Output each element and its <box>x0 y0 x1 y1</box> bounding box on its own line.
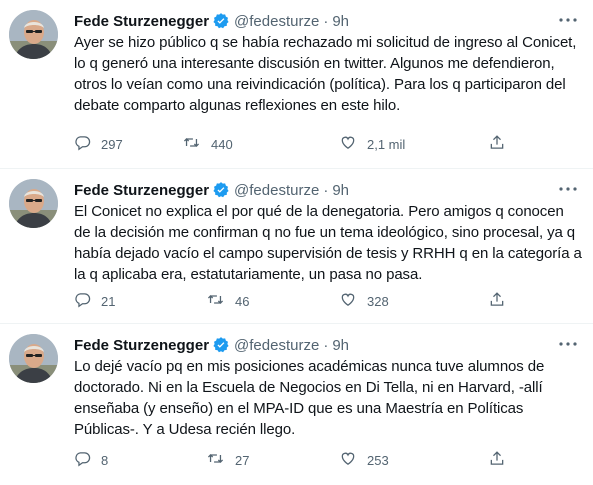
like-button[interactable]: 253 <box>339 451 389 469</box>
reply-count: 21 <box>101 293 116 309</box>
avatar[interactable] <box>9 10 58 59</box>
tweet-text: Lo dejé vacío pq en mis posiciones acadé… <box>74 358 545 438</box>
reply-icon <box>74 291 91 311</box>
like-count: 253 <box>367 452 389 468</box>
share-icon <box>488 450 506 470</box>
reply-button[interactable]: 8 <box>74 451 108 469</box>
author-handle[interactable]: @fedesturze <box>234 182 319 199</box>
tweet-text: Ayer se hizo público q se había rechazad… <box>74 34 577 114</box>
retweet-icon <box>182 134 201 154</box>
tweet-actions: 21 46 328 <box>74 292 514 310</box>
reply-count: 297 <box>101 136 123 152</box>
tweet-text: El Conicet no explica el por qué de la d… <box>74 203 582 283</box>
like-count: 328 <box>367 293 389 309</box>
like-button[interactable]: 2,1 mil <box>339 135 405 153</box>
share-icon <box>488 134 506 154</box>
tweet[interactable]: Fede Sturzenegger @fedesturze · 9h Lo de… <box>0 324 593 485</box>
like-icon <box>339 134 357 154</box>
tweet-header: Fede Sturzenegger @fedesturze · 9h <box>74 11 349 31</box>
avatar[interactable] <box>9 179 58 228</box>
avatar[interactable] <box>9 334 58 383</box>
reply-icon <box>74 450 91 470</box>
retweet-button[interactable]: 46 <box>206 292 249 310</box>
reply-icon <box>74 134 91 154</box>
tweet-thread: Fede Sturzenegger @fedesturze · 9h Ayer … <box>0 0 593 485</box>
separator-dot: · <box>323 181 329 199</box>
retweet-count: 46 <box>235 293 250 309</box>
share-button[interactable] <box>488 135 506 153</box>
separator-dot: · <box>323 336 329 354</box>
verified-badge-icon <box>212 336 230 354</box>
retweet-button[interactable]: 440 <box>182 135 233 153</box>
reply-button[interactable]: 21 <box>74 292 115 310</box>
like-icon <box>339 450 357 470</box>
tweet[interactable]: Fede Sturzenegger @fedesturze · 9h Ayer … <box>0 0 593 169</box>
author-name[interactable]: Fede Sturzenegger <box>74 13 209 30</box>
more-icon[interactable] <box>557 336 579 352</box>
like-count: 2,1 mil <box>367 136 406 152</box>
tweet-actions: 297 440 2,1 mil <box>74 135 514 153</box>
author-handle[interactable]: @fedesturze <box>234 13 319 30</box>
retweet-count: 27 <box>235 452 250 468</box>
author-handle[interactable]: @fedesturze <box>234 337 319 354</box>
timestamp[interactable]: 9h <box>332 13 349 30</box>
like-button[interactable]: 328 <box>339 292 389 310</box>
tweet-header: Fede Sturzenegger @fedesturze · 9h <box>74 180 349 200</box>
tweet[interactable]: Fede Sturzenegger @fedesturze · 9h El Co… <box>0 169 593 324</box>
share-button[interactable] <box>488 292 506 310</box>
reply-count: 8 <box>101 452 109 468</box>
timestamp[interactable]: 9h <box>332 182 349 199</box>
verified-badge-icon <box>212 181 230 199</box>
verified-badge-icon <box>212 12 230 30</box>
author-name[interactable]: Fede Sturzenegger <box>74 337 209 354</box>
separator-dot: · <box>323 12 329 30</box>
tweet-actions: 8 27 253 <box>74 451 514 469</box>
reply-button[interactable]: 297 <box>74 135 123 153</box>
retweet-icon <box>206 291 225 311</box>
timestamp[interactable]: 9h <box>332 337 349 354</box>
tweet-header: Fede Sturzenegger @fedesturze · 9h <box>74 335 349 355</box>
share-icon <box>488 291 506 311</box>
more-icon[interactable] <box>557 181 579 197</box>
share-button[interactable] <box>488 451 506 469</box>
retweet-button[interactable]: 27 <box>206 451 249 469</box>
retweet-icon <box>206 450 225 470</box>
like-icon <box>339 291 357 311</box>
retweet-count: 440 <box>211 136 233 152</box>
author-name[interactable]: Fede Sturzenegger <box>74 182 209 199</box>
more-icon[interactable] <box>557 12 579 28</box>
